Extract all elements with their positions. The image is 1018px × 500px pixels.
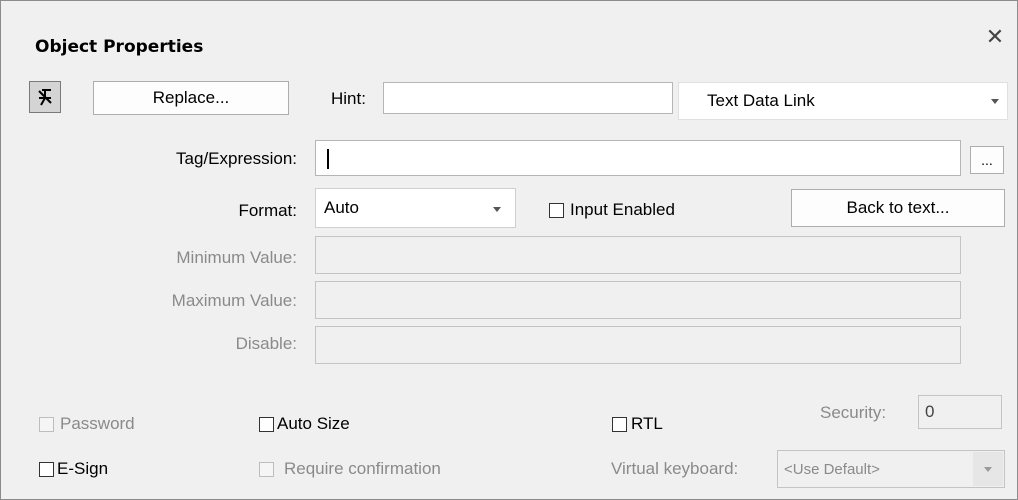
rtl-box[interactable] xyxy=(612,416,627,432)
object-properties-dialog: Object Properties ✕ Replace... Hint: Tex… xyxy=(0,0,1018,500)
chevron-down-icon xyxy=(984,466,992,472)
dialog-title: Object Properties xyxy=(35,37,204,57)
tag-expression-label: Tag/Expression: xyxy=(176,149,297,168)
disable-input[interactable] xyxy=(315,326,961,364)
format-label: Format: xyxy=(238,201,297,220)
virtual-keyboard-value: <Use Default> xyxy=(784,460,880,478)
chevron-down-icon xyxy=(493,207,501,212)
format-dropdown[interactable]: Auto xyxy=(315,188,516,228)
browse-button[interactable]: ... xyxy=(970,146,1004,174)
type-dropdown[interactable]: Text Data Link xyxy=(678,82,1008,120)
virtual-keyboard-dropdown[interactable]: <Use Default> xyxy=(777,450,1005,488)
auto-size-box[interactable] xyxy=(259,416,274,432)
format-dropdown-value: Auto xyxy=(324,198,359,217)
close-icon[interactable]: ✕ xyxy=(983,25,1007,49)
tag-expression-input[interactable] xyxy=(315,140,961,176)
rtl-label: RTL xyxy=(631,414,663,433)
back-to-text-button[interactable]: Back to text... xyxy=(791,189,1005,227)
text-caret xyxy=(327,149,329,169)
minimum-value-label: Minimum Value: xyxy=(176,248,297,267)
chevron-down-icon xyxy=(991,99,999,104)
password-box[interactable] xyxy=(39,416,54,432)
e-sign-box[interactable] xyxy=(39,461,54,477)
hint-input[interactable] xyxy=(383,82,673,114)
virtual-keyboard-dropdown-button[interactable] xyxy=(973,452,1003,486)
hint-label: Hint: xyxy=(331,89,366,108)
virtual-keyboard-label: Virtual keyboard: xyxy=(611,459,739,478)
password-checkbox[interactable]: Password xyxy=(39,414,135,434)
pin-icon xyxy=(38,89,52,106)
require-confirmation-label: Require confirmation xyxy=(284,459,441,478)
input-enabled-box[interactable] xyxy=(549,202,564,218)
maximum-value-input[interactable] xyxy=(315,281,961,319)
require-confirmation-box[interactable] xyxy=(259,461,274,477)
security-input[interactable]: 0 xyxy=(918,395,1002,429)
replace-button[interactable]: Replace... xyxy=(93,81,289,115)
pin-button[interactable] xyxy=(29,81,61,113)
maximum-value-label: Maximum Value: xyxy=(171,291,297,310)
auto-size-label: Auto Size xyxy=(277,414,350,433)
rtl-checkbox[interactable]: RTL xyxy=(612,414,663,434)
auto-size-checkbox[interactable]: Auto Size xyxy=(259,414,350,434)
require-confirmation-checkbox[interactable]: Require confirmation xyxy=(259,459,441,479)
e-sign-label: E-Sign xyxy=(57,459,109,478)
minimum-value-input[interactable] xyxy=(315,236,961,274)
password-label: Password xyxy=(60,414,135,433)
disable-label: Disable: xyxy=(235,334,297,353)
type-dropdown-value: Text Data Link xyxy=(707,91,815,110)
input-enabled-checkbox[interactable]: Input Enabled xyxy=(549,200,675,220)
e-sign-checkbox[interactable]: E-Sign xyxy=(39,459,108,479)
security-label: Security: xyxy=(820,403,887,422)
input-enabled-label: Input Enabled xyxy=(570,200,675,219)
